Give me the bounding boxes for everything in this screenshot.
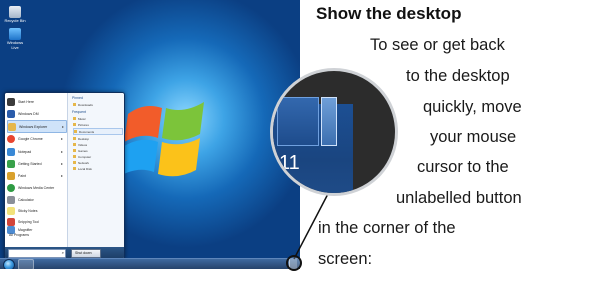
body-line: unlabelled button [396,189,522,207]
body-line: quickly, move [423,98,522,116]
zoomed-show-desktop-button [321,97,337,146]
callout-ring [286,255,302,271]
section-heading: Show the desktop [316,4,462,23]
body-line: screen: [318,250,373,268]
zoomed-taskbar-button [277,97,319,146]
zoom-magnifier: 11 [270,68,398,196]
body-line: in the corner of the [318,219,456,237]
zoomed-clock-digits: 11 [279,152,300,174]
body-line: cursor to the [417,158,509,176]
body-line: To see or get back [370,36,505,54]
body-line: your mouse [430,128,517,146]
body-line: to the desktop [406,67,510,85]
